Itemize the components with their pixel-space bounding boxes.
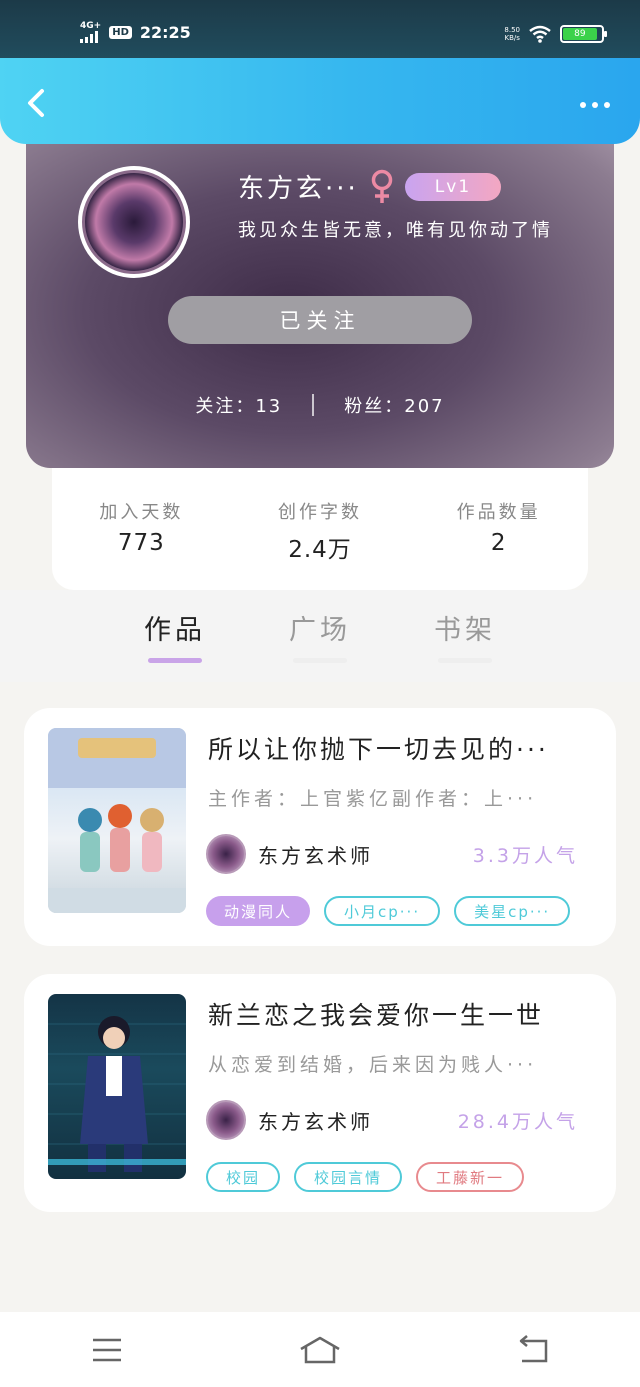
level-badge: Lv1	[404, 172, 502, 201]
status-right: 8.50 KB/s 89	[504, 25, 607, 43]
work-card[interactable]: 新兰恋之我会爱你一生一世 从恋爱到结婚，后来因为贱人··· 东方玄术师 28.4…	[24, 974, 616, 1212]
user-signature: 我见众生皆无意，唯有见你动了情	[238, 220, 553, 241]
stat-value: 2.4万	[288, 537, 352, 563]
follow-counts: 关注：13 粉丝：207	[26, 392, 614, 418]
tag-row: 动漫同人 小月cp··· 美星cp···	[206, 896, 571, 926]
tag[interactable]: 工藤新一	[416, 1162, 525, 1192]
network-speed: 8.50 KB/s	[504, 26, 520, 42]
stat-label: 加入天数	[99, 502, 184, 523]
stat-value: 773	[117, 530, 165, 556]
status-time: 22:25	[139, 23, 191, 42]
work-description: 从恋爱到结婚，后来因为贱人···	[208, 1054, 538, 1076]
signal-icon	[80, 31, 98, 43]
stat-label: 创作字数	[277, 502, 362, 523]
following-count[interactable]: 关注：13	[195, 392, 282, 418]
stats-panel: 加入天数 773 创作字数 2.4万 作品数量 2	[52, 466, 588, 590]
tag[interactable]: 校园言情	[294, 1162, 403, 1192]
work-card[interactable]: 所以让你抛下一切去见的··· 主作者：上官紫亿副作者：上··· 东方玄术师 3.…	[24, 708, 616, 946]
count-divider	[312, 394, 315, 416]
network-type: 4G+	[80, 21, 102, 31]
author-name: 东方玄术师	[258, 1109, 373, 1134]
work-cover-image	[48, 728, 186, 913]
avatar-image	[82, 170, 186, 274]
author-avatar	[206, 834, 246, 874]
battery-level: 89	[563, 28, 597, 40]
stat-word-count: 创作字数 2.4万	[240, 498, 400, 590]
stat-join-days: 加入天数 773	[61, 498, 221, 590]
cover-illustration	[48, 728, 186, 913]
popularity-count: 28.4万人气	[457, 1110, 578, 1133]
tag-row: 校园 校园言情 工藤新一	[206, 1162, 525, 1192]
tab-indicator	[438, 658, 492, 663]
tab-indicator	[293, 658, 347, 663]
author-row: 东方玄术师 28.4万人气	[206, 1100, 578, 1140]
hd-badge: HD	[109, 26, 132, 39]
work-title: 新兰恋之我会爱你一生一世	[208, 1001, 545, 1030]
tag[interactable]: 小月cp···	[324, 896, 441, 926]
work-title: 所以让你抛下一切去见的···	[208, 735, 549, 764]
author-row: 东方玄术师 3.3万人气	[206, 834, 578, 874]
system-nav-bar	[0, 1312, 640, 1387]
followers-count[interactable]: 粉丝：207	[344, 392, 444, 418]
stat-label: 作品数量	[456, 502, 541, 523]
user-name: 东方玄···	[238, 174, 359, 204]
profile-card: 东方玄··· Lv1 我见众生皆无意，唯有见你动了情 已关注 关注：13 粉丝：…	[26, 120, 614, 468]
stat-value: 2	[490, 530, 507, 556]
app-header	[0, 58, 640, 144]
stat-works-count: 作品数量 2	[419, 498, 579, 590]
tag[interactable]: 美星cp···	[454, 896, 571, 926]
home-icon[interactable]	[290, 1330, 350, 1370]
tab-indicator-active	[148, 658, 202, 663]
tab-bar: 作品 广场 书架	[0, 590, 640, 682]
tab-bookshelf[interactable]: 书架	[425, 608, 505, 647]
tag[interactable]: 校园	[206, 1162, 281, 1192]
work-cover-image	[48, 994, 186, 1179]
tab-square[interactable]: 广场	[280, 608, 360, 647]
follow-button[interactable]: 已关注	[168, 296, 472, 344]
status-bar: 4G+ HD 22:25 8.50 KB/s 89	[0, 0, 640, 60]
name-row: 东方玄··· Lv1	[238, 168, 502, 205]
popularity-count: 3.3万人气	[472, 844, 578, 867]
author-avatar	[206, 1100, 246, 1140]
status-left: 4G+ HD 22:25	[80, 22, 191, 43]
return-icon[interactable]	[503, 1330, 563, 1370]
tab-works[interactable]: 作品	[135, 608, 215, 647]
battery-icon: 89	[560, 25, 607, 43]
menu-icon[interactable]	[77, 1330, 137, 1370]
chevron-left-icon[interactable]	[24, 88, 48, 118]
tag[interactable]: 动漫同人	[206, 896, 311, 926]
author-name: 东方玄术师	[258, 843, 373, 868]
work-description: 主作者：上官紫亿副作者：上···	[208, 788, 538, 810]
more-dots-icon[interactable]	[580, 102, 610, 108]
wifi-icon	[529, 25, 551, 43]
cover-illustration	[48, 1016, 186, 1172]
female-icon	[371, 169, 393, 203]
avatar[interactable]	[78, 166, 190, 278]
